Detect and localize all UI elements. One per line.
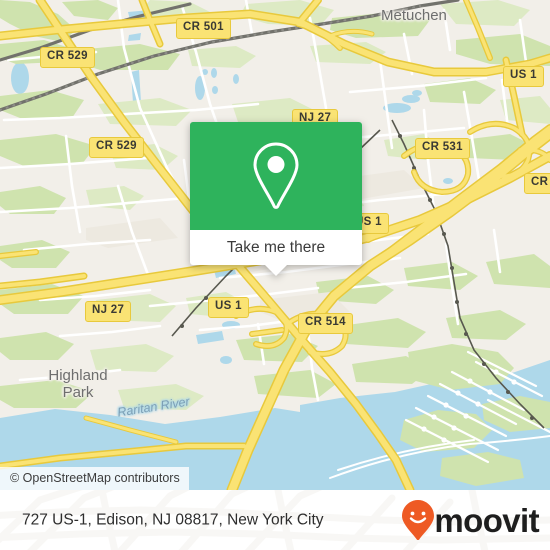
- popup-footer[interactable]: Take me there: [190, 230, 362, 276]
- road-shield-cr-501[interactable]: CR 501: [176, 18, 231, 39]
- location-pin-icon: [253, 142, 299, 209]
- road-shield-cr-531[interactable]: CR 531: [415, 138, 470, 159]
- map-canvas[interactable]: CR 501 CR 529 US 1 NJ 27 CR 529 CR 531 C…: [0, 0, 550, 490]
- road-shield-us-1-top[interactable]: US 1: [503, 66, 544, 87]
- road-shield-cr-529-top[interactable]: CR 529: [40, 47, 95, 68]
- road-shield-cr-514[interactable]: CR 514: [298, 313, 353, 334]
- take-me-there-label: Take me there: [226, 238, 326, 256]
- road-shield-nj-27-bottom[interactable]: NJ 27: [85, 301, 132, 322]
- map-popup-card[interactable]: Take me there: [190, 122, 362, 276]
- road-shield-cr-edge[interactable]: CR 5: [524, 173, 550, 194]
- popup-tail: [265, 265, 287, 276]
- popup-header: [190, 122, 362, 230]
- road-shield-cr-529-mid[interactable]: CR 529: [89, 137, 144, 158]
- address-label: 727 US-1, Edison, NJ 08817, New York Cit…: [22, 511, 324, 529]
- moovit-wordmark: moovit: [434, 501, 539, 539]
- road-shield-us-1-bottom[interactable]: US 1: [208, 297, 249, 318]
- moovit-brand[interactable]: moovit: [401, 499, 540, 541]
- osm-attribution[interactable]: © OpenStreetMap contributors: [0, 466, 189, 490]
- footer-bar: 727 US-1, Edison, NJ 08817, New York Cit…: [0, 490, 550, 550]
- moovit-pin-icon: [402, 500, 435, 541]
- moovit-map-card: CR 501 CR 529 US 1 NJ 27 CR 529 CR 531 C…: [0, 0, 550, 550]
